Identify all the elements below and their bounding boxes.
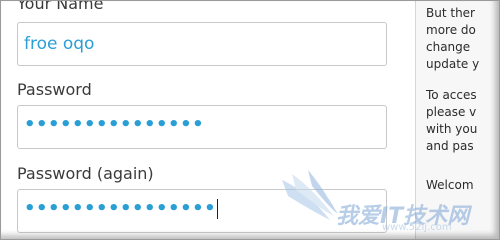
sidebar-line: and pas [426, 139, 474, 153]
signup-form: Your Name froe oqo Password ••••••••••••… [0, 0, 415, 240]
password-again-label: Password (again) [17, 164, 154, 183]
sidebar-line: To acces [426, 88, 477, 102]
your-name-label: Your Name [17, 0, 104, 13]
password-input[interactable]: ••••••••••••••• [17, 105, 387, 149]
sidebar-line: Welcom [426, 178, 474, 192]
sidebar-line: update y [426, 57, 480, 71]
your-name-input[interactable]: froe oqo [17, 22, 387, 66]
your-name-value: froe oqo [24, 34, 95, 54]
sidebar-line: with you [426, 122, 478, 136]
password-again-masked-value: •••••••••••••••• [24, 198, 219, 219]
sidebar-line: But ther [426, 6, 475, 20]
sidebar-line: please v [426, 105, 477, 119]
info-sidebar: But ther more do change update y To acce… [416, 0, 500, 240]
text-caret [217, 199, 219, 219]
sidebar-line: change [426, 40, 471, 54]
password-masked-value: ••••••••••••••• [24, 114, 205, 135]
sidebar-line: more do [426, 23, 476, 37]
password-again-input[interactable]: •••••••••••••••• [17, 189, 387, 233]
password-label: Password [17, 80, 92, 99]
